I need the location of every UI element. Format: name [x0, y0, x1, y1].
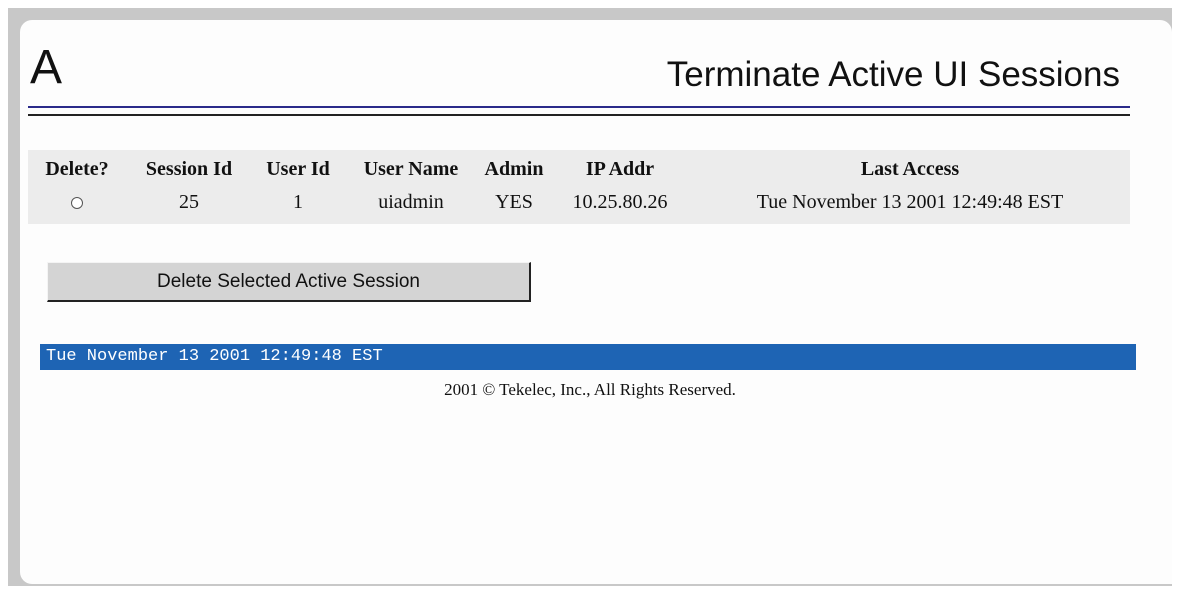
session-id-cell: 25 — [179, 191, 199, 213]
column-header-admin: Admin — [484, 158, 544, 180]
table-row: 25 1 uiadmin YES 10.25.80.26 Tue Novembe… — [28, 185, 1130, 224]
column-header-user-name: User Name — [363, 158, 459, 180]
sessions-table: Delete? Session Id User Id User Name Adm… — [28, 150, 1130, 224]
ip-addr-cell: 10.25.80.26 — [572, 191, 668, 213]
user-id-cell: 1 — [293, 191, 303, 213]
delete-radio-cell — [28, 185, 126, 224]
page-title: Terminate Active UI Sessions — [666, 55, 1120, 94]
status-bar: Tue November 13 2001 12:49:48 EST — [40, 344, 1136, 370]
column-header-user-id: User Id — [266, 158, 330, 180]
copyright-footer: 2001 © Tekelec, Inc., All Rights Reserve… — [444, 380, 736, 399]
table-header-row: Delete? Session Id User Id User Name Adm… — [28, 150, 1130, 185]
logo: A — [30, 41, 63, 94]
header-divider-black — [28, 114, 1130, 116]
column-header-delete: Delete? — [45, 158, 109, 180]
column-header-ip-addr: IP Addr — [585, 158, 655, 180]
column-header-last-access: Last Access — [860, 158, 960, 180]
delete-selected-session-button[interactable]: Delete Selected Active Session — [47, 262, 531, 302]
column-header-session-id: Session Id — [145, 158, 233, 180]
delete-radio-button[interactable] — [71, 197, 83, 210]
content-panel — [20, 20, 1172, 584]
header-divider-blue — [28, 106, 1130, 108]
user-name-cell: uiadmin — [378, 191, 444, 213]
last-access-cell: Tue November 13 2001 12:49:48 EST — [756, 191, 1064, 213]
admin-cell: YES — [495, 191, 533, 213]
